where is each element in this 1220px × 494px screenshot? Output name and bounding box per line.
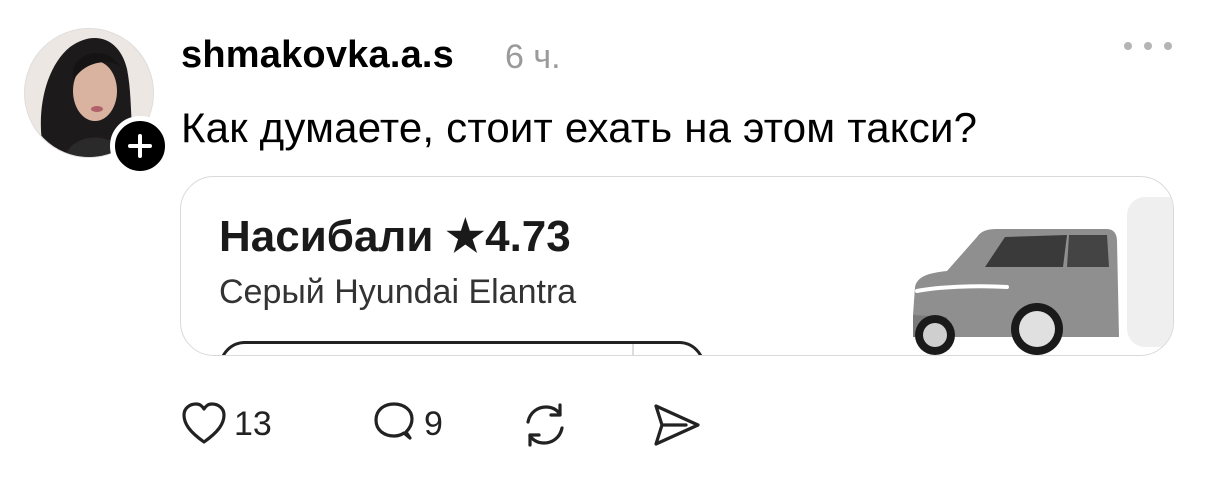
comment-count: 9 — [424, 404, 443, 443]
post-time: 6 ч. — [505, 38, 561, 76]
comment-button[interactable]: 9 — [370, 400, 443, 448]
send-icon — [654, 404, 700, 446]
more-horizontal-icon-dot — [1124, 42, 1132, 50]
driver-name: Насибали — [219, 212, 434, 261]
more-horizontal-icon-dot — [1164, 42, 1172, 50]
more-options-button[interactable] — [1124, 36, 1172, 56]
heart-icon — [182, 402, 226, 444]
follow-button[interactable] — [110, 116, 170, 176]
driver-rating: 4.73 — [485, 212, 571, 261]
repost-icon — [526, 403, 564, 447]
plus-icon — [128, 134, 152, 158]
attached-image-card[interactable]: Насибали ★4.73 Серый Hyundai Elantra — [180, 176, 1174, 356]
share-button[interactable] — [650, 400, 704, 450]
post-text: Как думаете, стоит ехать на этом такси? — [181, 104, 978, 151]
username[interactable]: shmakovka.a.s — [181, 34, 454, 77]
comment-icon — [374, 402, 414, 440]
card-button-outline — [219, 341, 705, 355]
more-horizontal-icon-dot — [1144, 42, 1152, 50]
car-model: Серый Hyundai Elantra — [219, 273, 577, 311]
like-count: 13 — [234, 404, 272, 443]
driver-info: Насибали ★4.73 — [219, 211, 571, 262]
star-icon: ★ — [445, 212, 486, 261]
avatar-container[interactable] — [24, 28, 170, 176]
car-image — [913, 229, 1119, 355]
like-button[interactable]: 13 — [180, 400, 272, 448]
button-divider — [632, 344, 634, 355]
repost-button[interactable] — [520, 400, 570, 450]
side-panel — [1127, 197, 1173, 347]
